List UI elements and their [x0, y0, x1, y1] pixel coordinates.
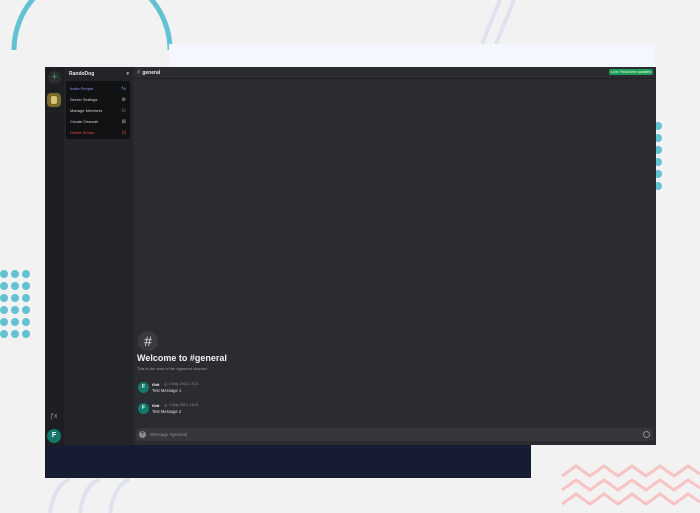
message-item: F f2dt ♔ 3 May 2024, 19:21 Test Message … — [138, 382, 438, 396]
trash-icon: ⊡ — [121, 129, 126, 136]
invite-icon: ⅍ — [121, 85, 126, 92]
avatar[interactable]: F — [138, 382, 149, 393]
channel-name: general — [142, 69, 161, 76]
chat-app-window: + ƒx F RandoDog ▾ Invite People ⅍ Server… — [45, 67, 656, 445]
message-author[interactable]: f2dt — [152, 403, 159, 408]
server-name: RandoDog — [69, 70, 95, 77]
owner-badge-icon: ♔ — [164, 382, 168, 387]
server-dropdown-menu: Invite People ⅍ Server Settings ⚙ Manage… — [66, 81, 130, 139]
emoji-icon[interactable] — [643, 431, 650, 438]
hash-icon: # — [137, 69, 141, 76]
menu-item-delete-server[interactable]: Delete Server ⊡ — [70, 128, 126, 137]
decorative-lines — [480, 0, 516, 44]
message-author[interactable]: f2dt — [152, 382, 159, 387]
menu-item-invite-people[interactable]: Invite People ⅍ — [70, 84, 126, 93]
message-composer[interactable]: + Message #general — [136, 428, 653, 441]
background-band — [45, 445, 531, 478]
message-input[interactable]: Message #general — [150, 428, 187, 441]
server-icon-randodog[interactable] — [47, 93, 61, 107]
live-status-badge: Live: Real-time updates — [609, 69, 653, 75]
welcome-subtitle: This is the start of the #general channe… — [137, 366, 209, 371]
welcome-title: Welcome to #general — [137, 353, 227, 363]
decorative-zigzag — [561, 464, 700, 506]
chat-main: # general Live: Real-time updates # Welc… — [133, 67, 656, 445]
menu-item-manage-members[interactable]: Manage Members ⚇ — [70, 106, 126, 115]
server-rail: + ƒx F — [45, 67, 64, 445]
decorative-curves — [48, 477, 130, 513]
plus-square-icon: ⊞ — [121, 118, 126, 125]
members-icon: ⚇ — [121, 107, 126, 114]
channel-sidebar: RandoDog ▾ Invite People ⅍ Server Settin… — [64, 67, 133, 445]
channel-header: # general Live: Real-time updates — [133, 67, 656, 79]
add-server-button[interactable]: + — [48, 71, 61, 84]
gear-icon: ⚙ — [121, 96, 126, 103]
message-text: Test Message 1 — [152, 388, 182, 393]
server-name-header[interactable]: RandoDog ▾ — [69, 69, 129, 78]
decorative-dots — [0, 270, 30, 338]
owner-badge-icon: ♔ — [164, 403, 168, 408]
background-card — [169, 44, 655, 68]
channel-hash-icon: # — [138, 331, 158, 351]
chevron-down-icon: ▾ — [126, 70, 129, 77]
menu-item-create-channel[interactable]: Create Channel ⊞ — [70, 117, 126, 126]
decorative-arc — [11, 0, 173, 50]
message-timestamp: 3 May 2024, 19:21 — [169, 382, 199, 386]
attach-plus-icon[interactable]: + — [139, 431, 146, 438]
message-timestamp: 3 May 2024, 19:21 — [169, 403, 199, 407]
avatar[interactable]: F — [138, 403, 149, 414]
user-avatar[interactable]: F — [47, 429, 61, 443]
message-item: F f2dt ♔ 3 May 2024, 19:21 Test Message … — [138, 403, 438, 417]
user-settings-icon[interactable]: ƒx — [50, 413, 57, 420]
menu-item-server-settings[interactable]: Server Settings ⚙ — [70, 95, 126, 104]
message-text: Test Message 2 — [152, 409, 182, 414]
